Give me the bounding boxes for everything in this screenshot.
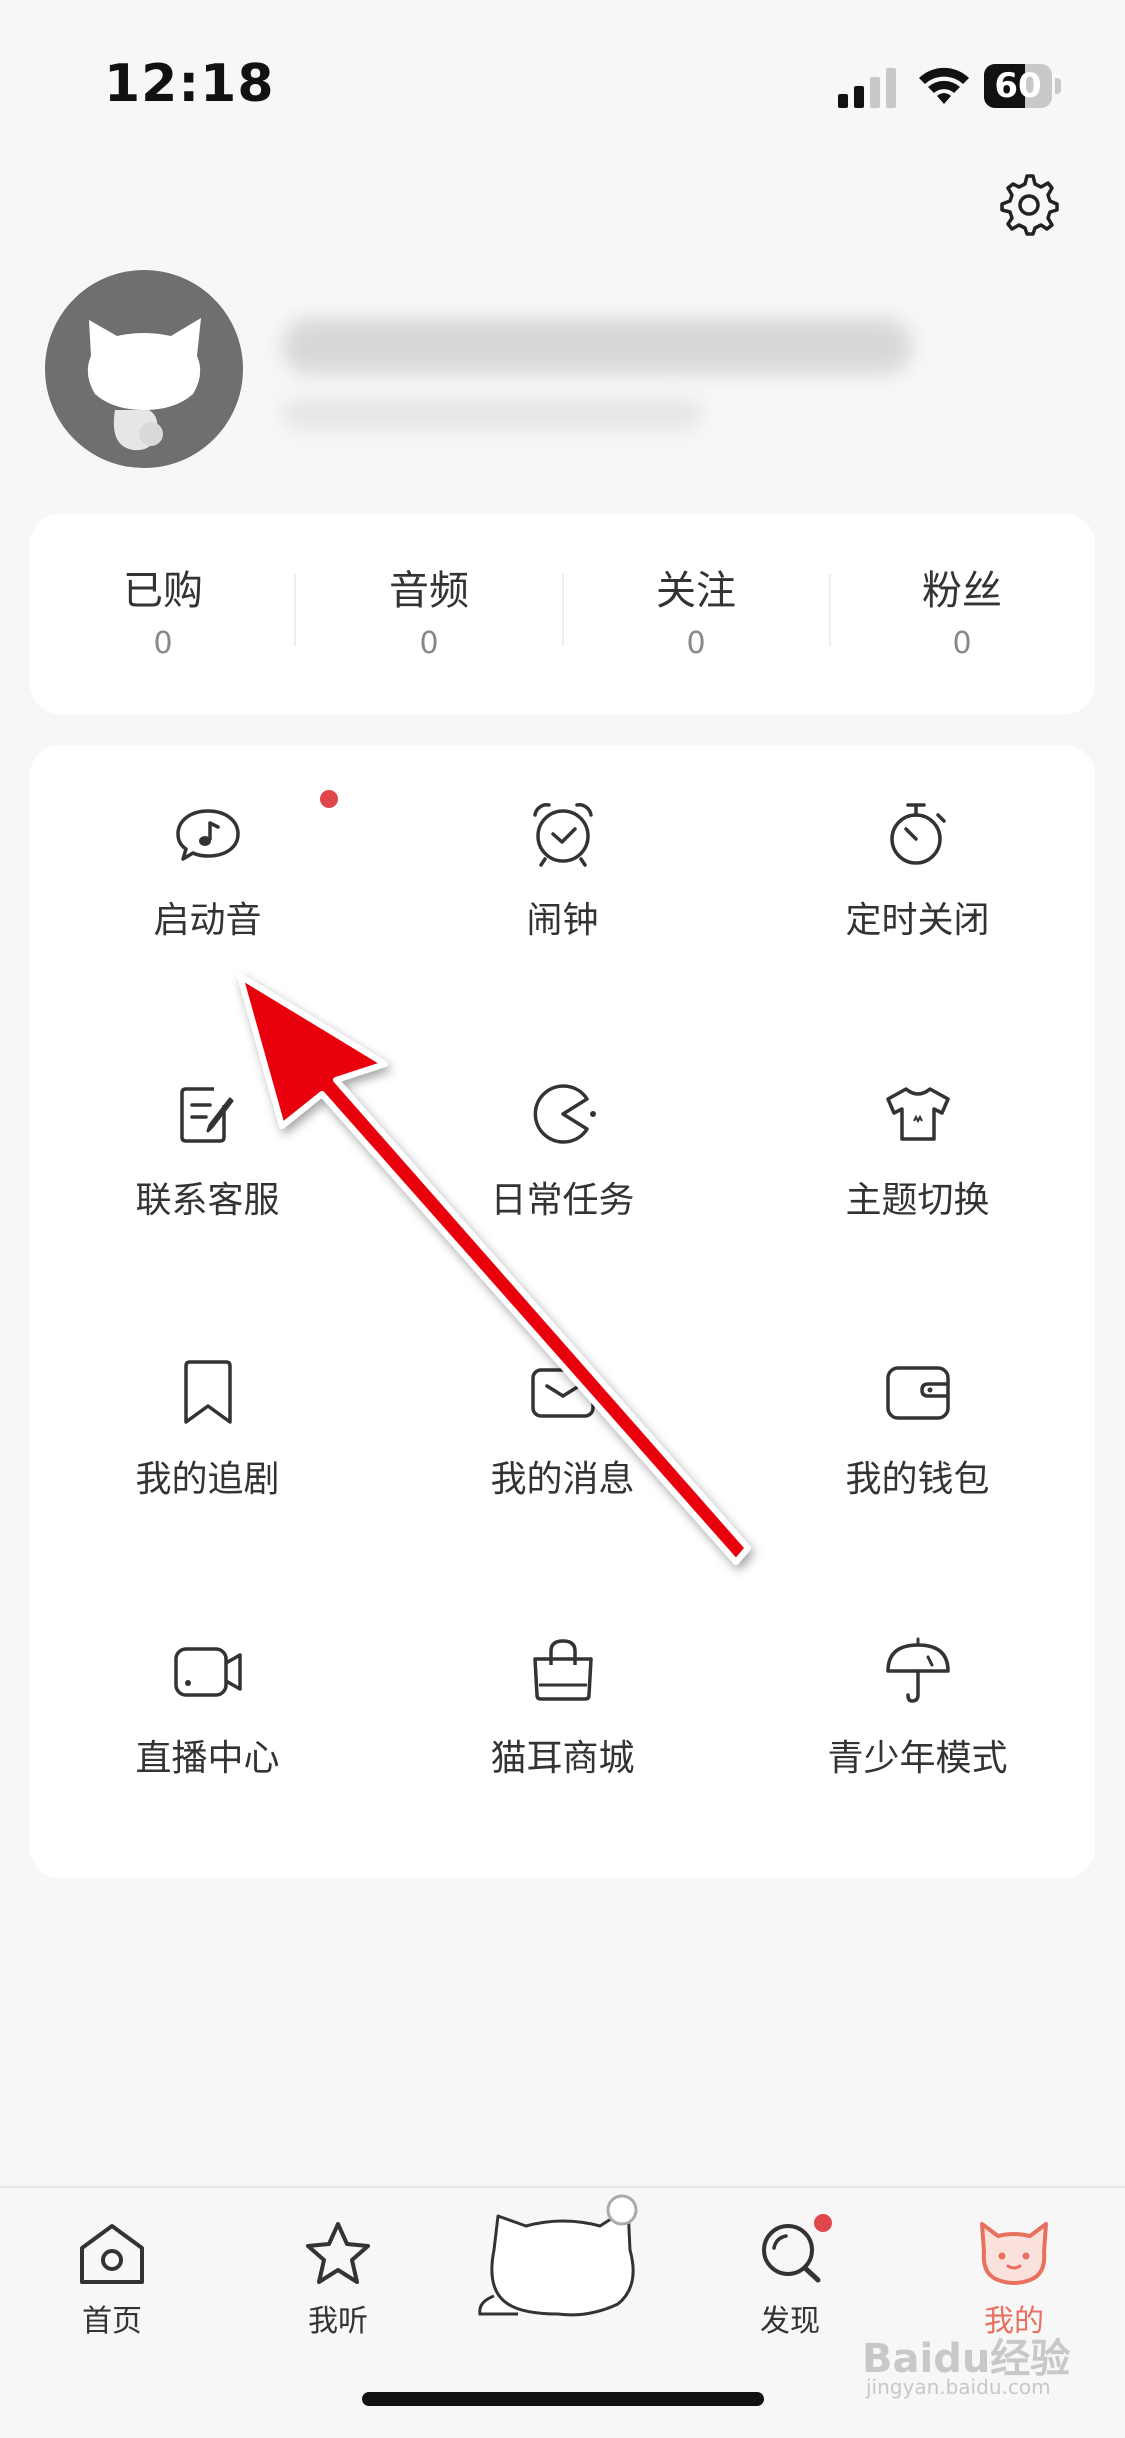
stat-value: 0 bbox=[153, 626, 173, 661]
edit-note-icon bbox=[180, 1087, 234, 1143]
watermark-url: jingyan.baidu.com bbox=[866, 2375, 1051, 2399]
status-bar: 12:18 60 bbox=[0, 0, 1125, 170]
menu-item-maoer-mall[interactable]: 猫耳商城 bbox=[385, 1583, 740, 1813]
tab-discover[interactable]: 发现 bbox=[710, 2188, 870, 2388]
status-time: 12:18 bbox=[104, 54, 275, 114]
menu-item-customer-service[interactable]: 联系客服 bbox=[30, 1025, 385, 1255]
user-id-blurred bbox=[282, 398, 702, 430]
menu-item-label: 闹钟 bbox=[526, 900, 599, 941]
tab-label: 我听 bbox=[308, 2304, 368, 2339]
stat-divider bbox=[829, 574, 831, 646]
menu-item-label: 我的钱包 bbox=[845, 1459, 990, 1500]
menu-item-daily-tasks[interactable]: 日常任务 bbox=[385, 1025, 740, 1255]
tshirt-icon bbox=[886, 1087, 950, 1141]
stat-label: 音频 bbox=[389, 568, 469, 614]
stat-purchased[interactable]: 已购 0 bbox=[30, 514, 296, 714]
stopwatch-icon bbox=[890, 803, 946, 865]
home-indicator bbox=[362, 2392, 764, 2406]
menu-item-label: 联系客服 bbox=[135, 1180, 280, 1221]
stat-divider bbox=[562, 574, 564, 646]
notification-badge bbox=[320, 790, 338, 808]
stat-value: 0 bbox=[419, 626, 439, 661]
menu-item-label: 主题切换 bbox=[845, 1180, 990, 1221]
menu-item-label: 启动音 bbox=[153, 900, 262, 941]
menu-item-label: 定时关闭 bbox=[845, 900, 990, 941]
menu-item-label: 我的消息 bbox=[490, 1459, 635, 1500]
gear-icon[interactable] bbox=[996, 172, 1062, 238]
username-blurred bbox=[282, 318, 912, 374]
menu-item-alarm[interactable]: 闹钟 bbox=[385, 745, 740, 975]
cellular-signal-icon bbox=[838, 68, 896, 108]
menu-item-label: 日常任务 bbox=[490, 1180, 635, 1221]
stat-audio[interactable]: 音频 0 bbox=[296, 514, 562, 714]
alarm-clock-icon bbox=[533, 803, 593, 867]
battery-indicator: 60 bbox=[984, 64, 1066, 108]
notification-badge bbox=[814, 2214, 832, 2232]
wifi-icon bbox=[919, 67, 969, 104]
wallet-icon bbox=[886, 1366, 950, 1420]
avatar[interactable] bbox=[45, 270, 243, 468]
tab-listen[interactable]: 我听 bbox=[258, 2188, 418, 2388]
menu-item-label: 我的追剧 bbox=[135, 1459, 280, 1500]
stat-value: 0 bbox=[686, 626, 706, 661]
menu-item-label: 直播中心 bbox=[135, 1738, 280, 1779]
menu-grid: 启动音 闹钟 定时关闭 联系客服 日常任务 主题切换 我的追剧 我的消息 我的钱… bbox=[30, 745, 1095, 1878]
stat-divider bbox=[294, 574, 296, 646]
stat-label: 粉丝 bbox=[922, 568, 1002, 614]
stat-following[interactable]: 关注 0 bbox=[563, 514, 829, 714]
menu-item-my-shows[interactable]: 我的追剧 bbox=[30, 1304, 385, 1534]
menu-item-label: 青少年模式 bbox=[827, 1738, 1008, 1779]
video-camera-icon bbox=[174, 1647, 242, 1697]
menu-item-live-center[interactable]: 直播中心 bbox=[30, 1583, 385, 1813]
music-bubble-icon bbox=[176, 809, 240, 861]
bookmark-icon bbox=[184, 1360, 232, 1424]
tab-label: 首页 bbox=[82, 2304, 142, 2339]
stat-label: 已购 bbox=[123, 568, 203, 614]
center-cat-button[interactable] bbox=[468, 2186, 658, 2320]
stat-label: 关注 bbox=[656, 568, 736, 614]
stat-value: 0 bbox=[952, 626, 972, 661]
menu-item-startup-sound[interactable]: 启动音 bbox=[30, 745, 385, 975]
menu-item-sleep-timer[interactable]: 定时关闭 bbox=[740, 745, 1095, 975]
cat-face-icon bbox=[980, 2222, 1048, 2285]
menu-item-label: 猫耳商城 bbox=[490, 1738, 635, 1779]
home-icon bbox=[80, 2224, 144, 2284]
star-icon bbox=[306, 2222, 370, 2284]
menu-item-my-wallet[interactable]: 我的钱包 bbox=[740, 1304, 1095, 1534]
tab-label: 发现 bbox=[760, 2304, 820, 2339]
shopping-bag-icon bbox=[533, 1639, 593, 1701]
pacman-icon bbox=[533, 1084, 596, 1144]
menu-item-theme-switch[interactable]: 主题切换 bbox=[740, 1025, 1095, 1255]
menu-item-teen-mode[interactable]: 青少年模式 bbox=[740, 1583, 1095, 1813]
envelope-icon bbox=[531, 1368, 595, 1418]
cat-avatar-icon bbox=[87, 318, 201, 451]
menu-item-my-messages[interactable]: 我的消息 bbox=[385, 1304, 740, 1534]
tab-home[interactable]: 首页 bbox=[32, 2188, 192, 2388]
stat-fans[interactable]: 粉丝 0 bbox=[829, 514, 1095, 714]
umbrella-icon bbox=[886, 1637, 950, 1703]
